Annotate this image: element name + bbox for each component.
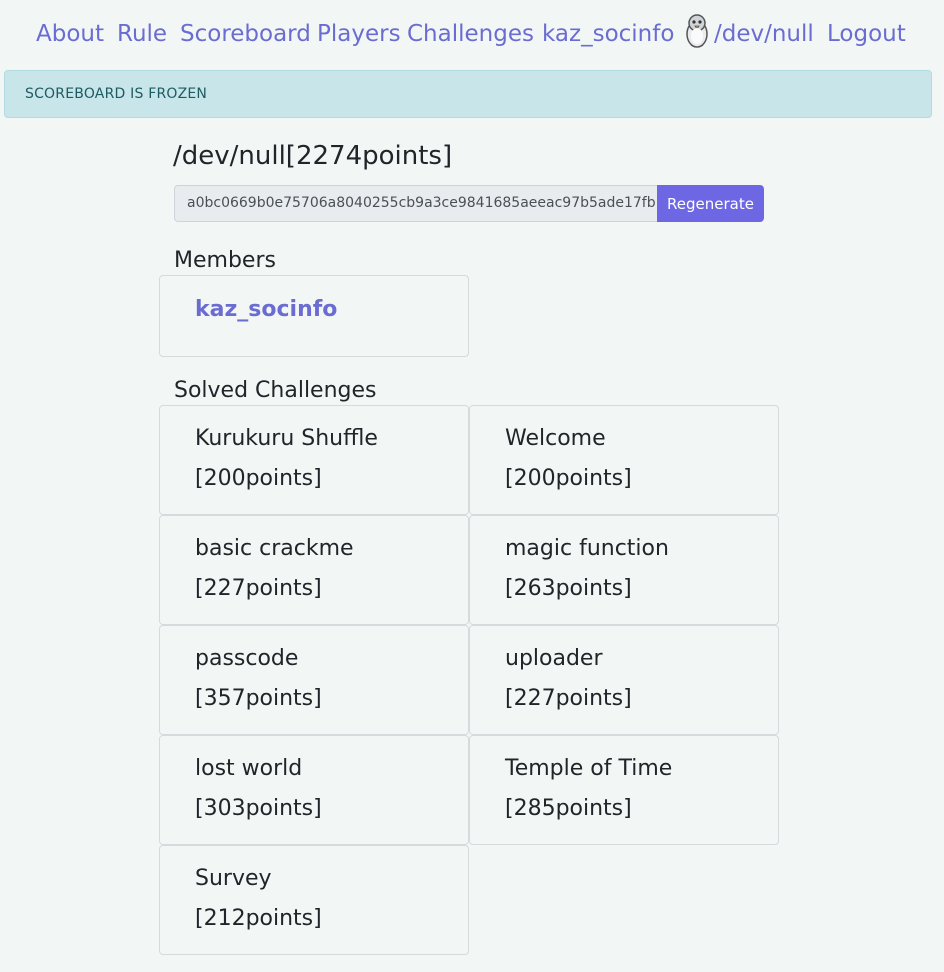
challenge-card: magic function [263points]: [469, 515, 779, 625]
nav-rule[interactable]: Rule: [117, 18, 167, 50]
members-heading: Members: [174, 248, 276, 273]
nav-about[interactable]: About: [36, 18, 104, 50]
challenge-name: lost world: [195, 756, 303, 781]
regenerate-button[interactable]: Regenerate: [657, 185, 764, 222]
challenge-card: Welcome [200points]: [469, 405, 779, 515]
challenge-card: uploader [227points]: [469, 625, 779, 735]
member-card: kaz_socinfo: [159, 275, 469, 357]
team-title: /dev/null[2274points]: [173, 141, 453, 171]
challenge-points: [227points]: [505, 686, 632, 711]
challenge-card: Kurukuru Shuffle [200points]: [159, 405, 469, 515]
challenge-card: Temple of Time [285points]: [469, 735, 779, 845]
challenge-name: magic function: [505, 536, 669, 561]
challenge-name: Welcome: [505, 426, 606, 451]
solved-challenges-heading: Solved Challenges: [174, 378, 377, 403]
challenge-points: [227points]: [195, 576, 322, 601]
challenge-card: passcode [357points]: [159, 625, 469, 735]
challenge-name: passcode: [195, 646, 299, 671]
alert-text: SCOREBOARD IS FROZEN: [25, 86, 208, 102]
team-token-field[interactable]: a0bc0669b0e75706a8040255cb9a3ce9841685ae…: [174, 185, 657, 222]
challenge-points: [200points]: [505, 466, 632, 491]
challenge-points: [303points]: [195, 796, 322, 821]
nav-team[interactable]: /dev/null: [714, 18, 814, 50]
nav-logout[interactable]: Logout: [827, 18, 906, 50]
challenge-card: lost world [303points]: [159, 735, 469, 845]
challenge-card: Survey [212points]: [159, 845, 469, 955]
challenge-points: [285points]: [505, 796, 632, 821]
challenge-card: basic crackme [227points]: [159, 515, 469, 625]
nav-challenges[interactable]: Challenges: [407, 18, 534, 50]
challenge-name: Temple of Time: [505, 756, 673, 781]
challenge-points: [357points]: [195, 686, 322, 711]
challenge-points: [200points]: [195, 466, 322, 491]
penguin-icon[interactable]: [682, 14, 712, 48]
challenge-points: [263points]: [505, 576, 632, 601]
nav-players[interactable]: Players: [317, 18, 401, 50]
member-link[interactable]: kaz_socinfo: [195, 297, 337, 322]
challenge-name: Survey: [195, 866, 272, 891]
challenge-points: [212points]: [195, 906, 322, 931]
nav-scoreboard[interactable]: Scoreboard: [180, 18, 311, 50]
frozen-alert: SCOREBOARD IS FROZEN: [4, 70, 932, 118]
challenge-name: basic crackme: [195, 536, 354, 561]
nav-user-profile[interactable]: kaz_socinfo: [542, 18, 674, 50]
challenge-name: uploader: [505, 646, 603, 671]
top-navbar: About Rule Scoreboard Players Challenges…: [0, 0, 944, 68]
challenge-name: Kurukuru Shuffle: [195, 426, 378, 451]
